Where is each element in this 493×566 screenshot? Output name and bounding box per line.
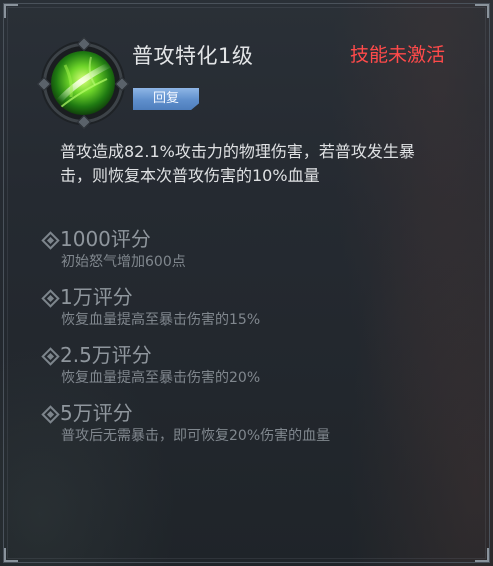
tier-score: 5万评分	[60, 401, 133, 425]
tier-effect: 恢复血量提高至暴击伤害的20%	[61, 370, 261, 386]
frame-corner-top-right	[475, 4, 489, 18]
diamond-bullet-icon	[41, 231, 60, 250]
icon-ring-ornament	[76, 36, 92, 52]
tier-score: 1万评分	[60, 285, 133, 309]
icon-ring-ornament	[76, 114, 92, 130]
skill-status-label: 技能未激活	[349, 44, 445, 66]
score-tier: 1000评分 初始怒气增加600点	[41, 226, 462, 284]
skill-name: 普攻特化1级	[132, 44, 254, 68]
frame-corner-bottom-right	[475, 548, 489, 562]
diamond-bullet-icon	[41, 347, 60, 366]
icon-ring-ornament	[36, 76, 52, 92]
tier-score: 1000评分	[60, 227, 151, 251]
tier-effect: 普攻后无需暴击，即可恢复20%伤害的血量	[61, 428, 331, 444]
score-tier: 2.5万评分 恢复血量提高至暴击伤害的20%	[41, 342, 462, 400]
score-tier: 5万评分 普攻后无需暴击，即可恢复20%伤害的血量	[41, 400, 462, 458]
diamond-bullet-icon	[41, 405, 60, 424]
diamond-bullet-icon	[41, 289, 60, 308]
score-tier: 1万评分 恢复血量提高至暴击伤害的15%	[41, 284, 462, 342]
score-tier-list: 1000评分 初始怒气增加600点 1万评分 恢复血量提高至暴击伤害的15% 2…	[41, 226, 462, 458]
tier-score: 2.5万评分	[60, 343, 152, 367]
skill-icon-frame	[36, 36, 130, 130]
skill-tooltip-panel: 普攻特化1级 技能未激活 回复 普攻造成82.1%攻击力的物理伤害，若普攻发生暴…	[0, 0, 493, 566]
tier-effect: 初始怒气增加600点	[61, 254, 186, 270]
tier-effect: 恢复血量提高至暴击伤害的15%	[61, 312, 261, 328]
skill-description: 普攻造成82.1%攻击力的物理伤害，若普攻发生暴击，则恢复本次普攻伤害的10%血…	[60, 142, 415, 185]
skill-type-tag: 回复	[133, 88, 199, 110]
frame-corner-bottom-left	[4, 548, 18, 562]
frame-corner-top-left	[4, 4, 18, 18]
icon-ring-ornament	[114, 76, 130, 92]
green-slash-skill-icon	[51, 51, 115, 115]
